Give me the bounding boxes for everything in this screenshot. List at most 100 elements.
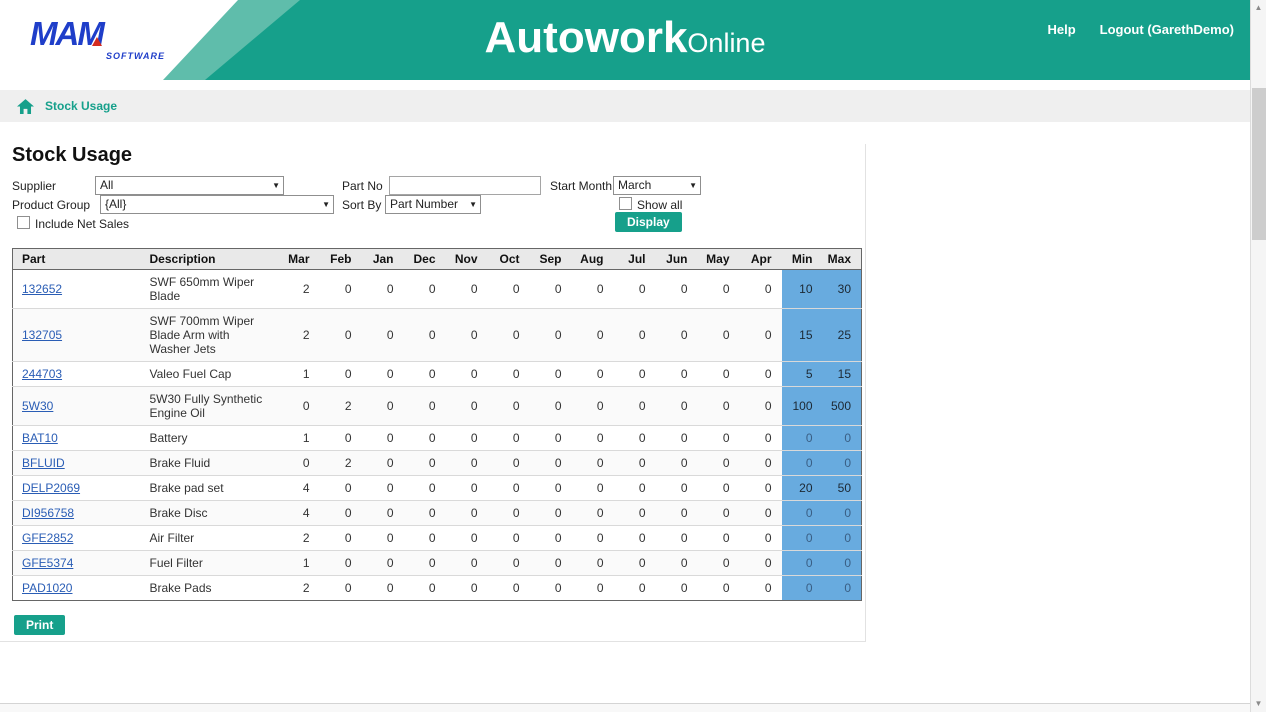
start-month-label: Start Month xyxy=(550,179,613,193)
max-cell: 0 xyxy=(822,500,862,526)
part-cell: BAT10 xyxy=(12,425,146,451)
month-value-cell: 0 xyxy=(487,475,530,501)
month-value-cell: 0 xyxy=(571,475,614,501)
show-all-checkbox[interactable] xyxy=(619,197,632,210)
month-value-cell: 0 xyxy=(361,361,404,387)
scroll-down-icon[interactable]: ▼ xyxy=(1251,696,1266,712)
description-cell: Air Filter xyxy=(145,525,278,551)
vertical-scrollbar[interactable]: ▲ ▼ xyxy=(1250,0,1266,712)
part-link[interactable]: 5W30 xyxy=(22,399,53,413)
part-link[interactable]: GFE5374 xyxy=(22,556,73,570)
month-value-cell: 0 xyxy=(529,308,572,362)
month-value-cell: 0 xyxy=(445,550,488,576)
month-value-cell: 0 xyxy=(739,525,782,551)
part-link[interactable]: 244703 xyxy=(22,367,62,381)
month-value-cell: 2 xyxy=(277,525,320,551)
month-value-cell: 0 xyxy=(403,425,446,451)
part-link[interactable]: BFLUID xyxy=(22,456,65,470)
sort-by-select[interactable]: Part Number ▼ xyxy=(385,195,481,214)
month-value-cell: 0 xyxy=(739,308,782,362)
max-cell: 0 xyxy=(822,550,862,576)
table-row: 5W30 5W30 Fully Synthetic Engine Oil 0 2 0 0 0… xyxy=(12,386,862,426)
supplier-label: Supplier xyxy=(12,179,57,193)
part-link[interactable]: 132705 xyxy=(22,328,62,342)
month-value-cell: 0 xyxy=(277,450,320,476)
max-cell: 0 xyxy=(822,450,862,476)
min-cell: 0 xyxy=(781,525,823,551)
month-value-cell: 0 xyxy=(361,575,404,601)
month-value-cell: 0 xyxy=(655,308,698,362)
help-link[interactable]: Help xyxy=(1048,22,1076,37)
month-value-cell: 0 xyxy=(655,269,698,309)
description-cell: Valeo Fuel Cap xyxy=(145,361,278,387)
month-value-cell: 0 xyxy=(571,525,614,551)
part-link[interactable]: 132652 xyxy=(22,282,62,296)
scroll-up-icon[interactable]: ▲ xyxy=(1251,0,1266,16)
month-value-cell: 0 xyxy=(529,386,572,426)
part-cell: 244703 xyxy=(12,361,146,387)
home-icon[interactable] xyxy=(17,98,34,114)
month-value-cell: 0 xyxy=(361,425,404,451)
part-cell: DELP2069 xyxy=(12,475,146,501)
part-cell: 132705 xyxy=(12,308,146,362)
product-group-select[interactable]: {All} ▼ xyxy=(100,195,334,214)
month-value-cell: 0 xyxy=(571,361,614,387)
table-row: PAD1020 Brake Pads 2 0 0 0 0 0 0 0 0 0 0 0 0 0 xyxy=(12,575,862,601)
part-link[interactable]: BAT10 xyxy=(22,431,58,445)
include-net-sales-checkbox[interactable] xyxy=(17,216,30,229)
supplier-select[interactable]: All ▼ xyxy=(95,176,284,195)
month-value-cell: 0 xyxy=(739,575,782,601)
horizontal-scrollbar[interactable] xyxy=(0,703,1250,712)
chevron-down-icon: ▼ xyxy=(322,200,330,209)
month-value-cell: 0 xyxy=(403,361,446,387)
breadcrumb: Stock Usage xyxy=(0,90,1250,122)
filter-panel: Supplier All ▼ Part No Start Month March… xyxy=(12,176,865,234)
month-value-cell: 0 xyxy=(319,475,362,501)
part-no-input[interactable] xyxy=(389,176,541,195)
month-value-cell: 0 xyxy=(613,575,656,601)
max-cell: 30 xyxy=(822,269,862,309)
month-value-cell: 0 xyxy=(487,550,530,576)
month-value-cell: 0 xyxy=(571,575,614,601)
month-value-cell: 0 xyxy=(739,450,782,476)
min-cell: 0 xyxy=(781,425,823,451)
start-month-selected-value: March xyxy=(618,178,652,192)
display-button[interactable]: Display xyxy=(615,212,682,232)
column-header-max: Max xyxy=(822,248,862,270)
part-link[interactable]: PAD1020 xyxy=(22,581,72,595)
print-button[interactable]: Print xyxy=(14,615,66,635)
month-value-cell: 2 xyxy=(277,269,320,309)
month-value-cell: 0 xyxy=(487,425,530,451)
month-value-cell: 0 xyxy=(403,500,446,526)
month-value-cell: 0 xyxy=(487,386,530,426)
table-row: GFE5374 Fuel Filter 1 0 0 0 0 0 0 0 0 0 0 0 0 0 xyxy=(12,550,862,576)
part-link[interactable]: DI956758 xyxy=(22,506,74,520)
month-value-cell: 0 xyxy=(319,269,362,309)
table-row: 132652 SWF 650mm Wiper Blade 2 0 0 0 0 0 0 0 0 0 0 0 1… xyxy=(12,269,862,309)
start-month-select[interactable]: March ▼ xyxy=(613,176,701,195)
month-value-cell: 0 xyxy=(361,450,404,476)
column-header-oct: Oct xyxy=(487,248,530,270)
month-value-cell: 0 xyxy=(487,525,530,551)
logout-link[interactable]: Logout (GarethDemo) xyxy=(1100,22,1234,37)
app-title-main: Autowork xyxy=(484,13,688,62)
vertical-scrollbar-thumb[interactable] xyxy=(1252,88,1266,240)
max-cell: 0 xyxy=(822,525,862,551)
chevron-down-icon: ▼ xyxy=(469,200,477,209)
month-value-cell: 0 xyxy=(697,308,740,362)
part-cell: GFE2852 xyxy=(12,525,146,551)
month-value-cell: 0 xyxy=(697,550,740,576)
part-link[interactable]: DELP2069 xyxy=(22,481,80,495)
month-value-cell: 0 xyxy=(655,575,698,601)
part-link[interactable]: GFE2852 xyxy=(22,531,73,545)
month-value-cell: 0 xyxy=(655,361,698,387)
month-value-cell: 0 xyxy=(361,308,404,362)
month-value-cell: 0 xyxy=(655,500,698,526)
month-value-cell: 0 xyxy=(739,269,782,309)
product-group-label: Product Group xyxy=(12,198,91,212)
part-cell: BFLUID xyxy=(12,450,146,476)
month-value-cell: 4 xyxy=(277,475,320,501)
month-value-cell: 0 xyxy=(529,450,572,476)
month-value-cell: 0 xyxy=(403,575,446,601)
breadcrumb-stock-usage[interactable]: Stock Usage xyxy=(45,99,117,113)
